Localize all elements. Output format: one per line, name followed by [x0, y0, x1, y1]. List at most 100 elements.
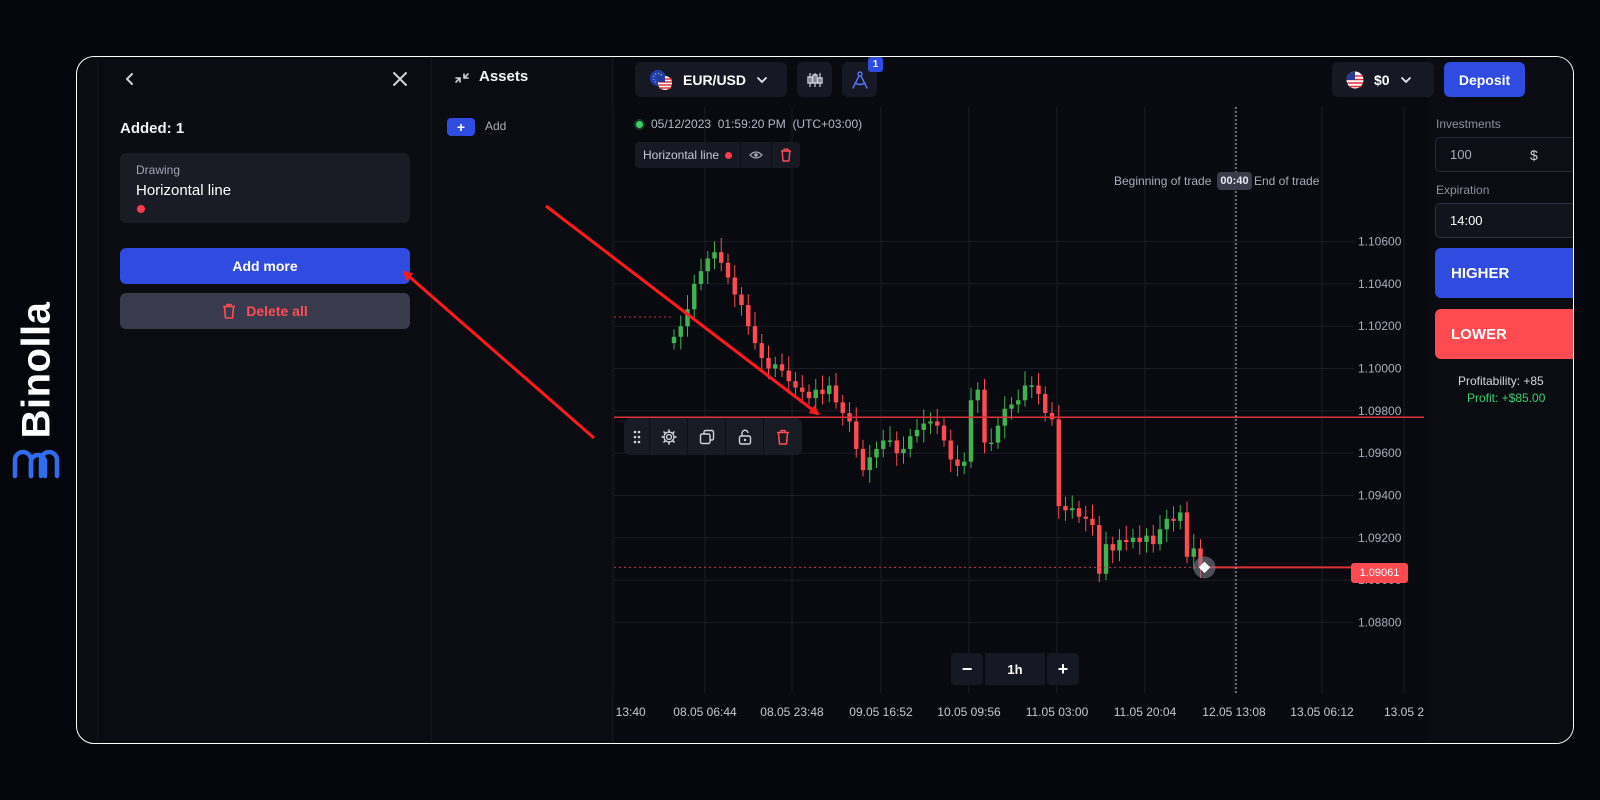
drawings-count-badge: 1: [868, 57, 883, 72]
added-count-title: Added: 1: [120, 120, 185, 137]
us-flag-icon: [1346, 71, 1364, 88]
candles-icon: [806, 72, 823, 87]
x-tick-label: 09.05 16:52: [849, 705, 913, 719]
settings-gear-icon[interactable]: [650, 418, 688, 455]
candle-body: [901, 448, 906, 454]
chevron-down-icon: [1400, 76, 1411, 83]
compass-drawing-icon: [851, 70, 868, 89]
candle-body: [860, 448, 866, 471]
chip-label: Horizontal line: [643, 148, 720, 162]
candle-body: [1022, 385, 1028, 401]
x-tick-label: 13.05 2: [1384, 705, 1424, 719]
zoom-out-button[interactable]: −: [951, 653, 983, 685]
lower-button[interactable]: LOWER: [1435, 309, 1573, 359]
beginning-of-trade-label: Beginning of trade: [1114, 174, 1212, 188]
copy-icon[interactable]: [688, 418, 726, 455]
drawing-toolbar: [624, 418, 802, 455]
drawing-color-dot[interactable]: [137, 205, 145, 213]
candle-body: [1090, 518, 1095, 526]
x-tick-label: 13.05 06:12: [1290, 705, 1354, 719]
eu-us-flag-icon: [650, 69, 672, 90]
x-tick-label: 12.05 13:08: [1202, 705, 1266, 719]
candle-body: [1009, 404, 1014, 409]
expiration-input[interactable]: 14:00: [1435, 203, 1573, 238]
drag-handle-icon[interactable]: [624, 418, 650, 455]
candle-body: [752, 326, 758, 344]
indicators-button[interactable]: [797, 62, 832, 97]
investment-input[interactable]: 100 $: [1435, 137, 1573, 172]
remove-drawing-button[interactable]: [772, 142, 800, 168]
collapse-arrows-icon[interactable]: [451, 67, 473, 89]
eye-icon: [749, 151, 763, 159]
candle-body: [800, 387, 805, 392]
close-icon[interactable]: [388, 67, 412, 91]
y-tick-label: 1.08800: [1358, 615, 1402, 629]
asset-pair-selector[interactable]: EUR/USD: [635, 62, 787, 97]
candle-body: [1083, 516, 1088, 519]
candle-body: [1191, 548, 1196, 557]
candle-body: [1130, 537, 1136, 543]
candle-body: [692, 283, 697, 310]
candle-body: [948, 440, 953, 460]
current-price-tag: 1.09061: [1351, 563, 1408, 583]
candle-body: [732, 277, 737, 295]
y-tick-label: 1.09800: [1358, 404, 1402, 418]
y-tick-label: 1.09200: [1358, 531, 1402, 545]
trade-panel: Investments 100 $ Expiration 14:00 HIGHE…: [1428, 57, 1573, 743]
unlock-icon[interactable]: [726, 418, 764, 455]
chip-name[interactable]: Horizontal line: [635, 142, 742, 168]
candle-body: [746, 305, 751, 327]
candle-body: [1056, 419, 1061, 507]
zoom-in-button[interactable]: +: [1047, 653, 1079, 685]
candle-body: [1184, 512, 1190, 557]
timestamp-label: 05/12/2023 01:59:20 PM (UTC+03:00): [651, 117, 863, 131]
timeframe-control: − 1h +: [951, 653, 1079, 685]
candle-body: [759, 343, 764, 358]
back-chevron-icon[interactable]: [118, 67, 142, 91]
candle-body: [719, 252, 724, 263]
live-status-dot: [636, 120, 643, 128]
y-tick-label: 1.09600: [1358, 446, 1402, 460]
chart-area[interactable]: 1.10600 1.10400 1.10200 1.10000 1.09800 1.096…: [614, 57, 1428, 743]
delete-drawing-icon[interactable]: [764, 418, 802, 455]
candle-body: [786, 370, 791, 382]
balance-selector[interactable]: $0: [1332, 62, 1434, 97]
higher-button[interactable]: HIGHER: [1435, 248, 1573, 298]
candle-body: [833, 385, 839, 403]
candle-body: [921, 423, 926, 430]
candle-body: [914, 429, 920, 437]
candle-body: [766, 357, 771, 369]
candle-body: [1097, 525, 1102, 574]
drawings-panel: Added: 1 Drawing Horizontal line Add mor…: [97, 57, 432, 743]
candle-body: [1157, 529, 1163, 545]
candle-body: [1144, 535, 1149, 543]
profitability-text: Profitability: +85: [1458, 374, 1544, 388]
x-tick-label: 08.05 06:44: [673, 705, 737, 719]
visibility-toggle[interactable]: [741, 142, 773, 168]
x-tick-label: 10.05 09:56: [937, 705, 1001, 719]
candle-body: [955, 459, 960, 466]
candle-body: [779, 364, 785, 371]
candle-body: [793, 381, 798, 388]
candle-body: [1029, 385, 1034, 387]
deposit-button[interactable]: Deposit: [1444, 62, 1525, 97]
horizontal-line-chip[interactable]: Horizontal line: [635, 142, 801, 168]
brand-name: Binolla: [14, 301, 59, 439]
drawing-type-label: Drawing: [136, 163, 181, 177]
investments-label: Investments: [1436, 117, 1501, 131]
delete-all-button[interactable]: Delete all: [120, 293, 410, 329]
candle-body: [867, 457, 872, 471]
drawing-card[interactable]: Drawing Horizontal line: [120, 153, 410, 223]
candle-body: [908, 436, 913, 449]
x-tick-label: 11.05 20:04: [1114, 705, 1177, 719]
candle-body: [1110, 544, 1115, 551]
timeframe-value[interactable]: 1h: [985, 653, 1045, 685]
candle-body: [935, 421, 940, 426]
add-more-button[interactable]: Add more: [120, 248, 410, 284]
candle-body: [1043, 393, 1048, 413]
candle-body: [928, 421, 933, 424]
x-tick-label: 11.05 03:00: [1026, 705, 1089, 719]
add-asset-button[interactable]: +: [447, 118, 475, 136]
candle-body: [1016, 400, 1021, 405]
candle-body: [1171, 518, 1176, 521]
